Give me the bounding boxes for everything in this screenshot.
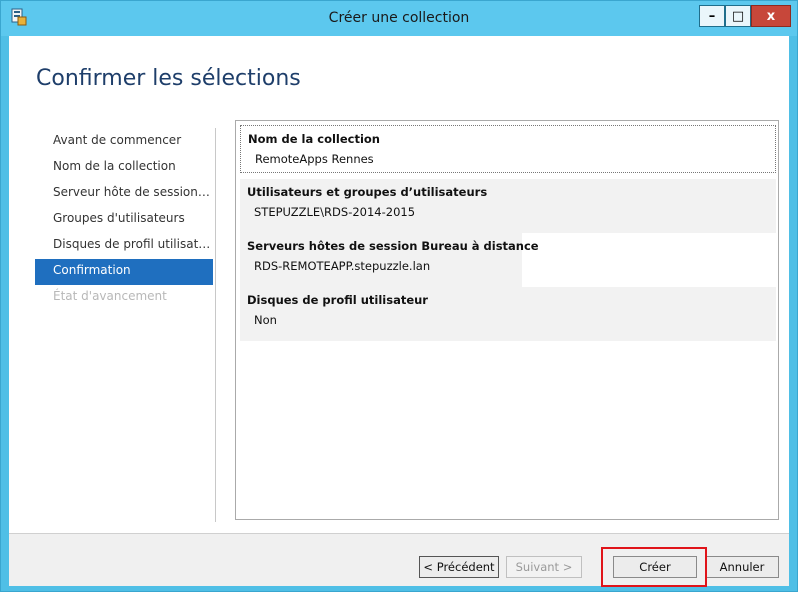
section-value: RemoteApps Rennes	[255, 152, 374, 166]
create-button-highlight	[601, 547, 707, 587]
window-title: Créer une collection	[328, 10, 470, 26]
page-title: Confirmer les sélections	[36, 66, 301, 91]
section-heading: Serveurs hôtes de session Bureau à dista…	[247, 239, 539, 253]
nav-item-groupes-utilisateurs[interactable]: Groupes d'utilisateurs	[35, 207, 213, 233]
summary-section-collection-name: Nom de la collection RemoteApps Rennes	[240, 125, 776, 173]
cancel-button[interactable]: Annuler	[705, 556, 779, 578]
nav-item-serveur-hote[interactable]: Serveur hôte de session Bureau à distanc…	[35, 181, 213, 207]
dialog-window: Créer une collection – □ x Confirmer les…	[0, 0, 798, 592]
maximize-button[interactable]: □	[725, 5, 751, 27]
next-button[interactable]: Suivant >	[506, 556, 582, 578]
section-value: RDS-REMOTEAPP.stepuzzle.lan	[254, 259, 431, 273]
nav-item-avant-de-commencer[interactable]: Avant de commencer	[35, 129, 213, 155]
nav-item-confirmation[interactable]: Confirmation	[35, 259, 213, 285]
section-value: STEPUZZLE\RDS-2014-2015	[254, 205, 416, 219]
minimize-button[interactable]: –	[699, 5, 725, 27]
confirmation-summary: Nom de la collection RemoteApps Rennes U…	[235, 120, 779, 520]
section-heading: Utilisateurs et groupes d’utilisateurs	[247, 185, 488, 199]
previous-button[interactable]: < Précédent	[419, 556, 499, 578]
wizard-body: Confirmer les sélections Avant de commen…	[9, 36, 789, 587]
summary-section-session-hosts: Serveurs hôtes de session Bureau à dista…	[240, 233, 776, 287]
section-heading: Disques de profil utilisateur	[247, 293, 428, 307]
nav-item-disques-profil[interactable]: Disques de profil utilisateur	[35, 233, 213, 259]
nav-item-etat-avancement: État d'avancement	[53, 289, 167, 303]
section-heading: Nom de la collection	[248, 132, 380, 146]
nav-divider	[215, 128, 216, 522]
section-value: Non	[254, 313, 277, 327]
title-bar[interactable]: Créer une collection – □ x	[1, 1, 797, 36]
nav-item-nom-collection[interactable]: Nom de la collection	[35, 155, 213, 181]
close-button[interactable]: x	[751, 5, 791, 27]
wizard-navigation: Avant de commencer Nom de la collection …	[35, 129, 213, 311]
summary-section-profile-disks: Disques de profil utilisateur Non	[240, 287, 776, 341]
summary-section-users: Utilisateurs et groupes d’utilisateurs S…	[240, 179, 776, 233]
